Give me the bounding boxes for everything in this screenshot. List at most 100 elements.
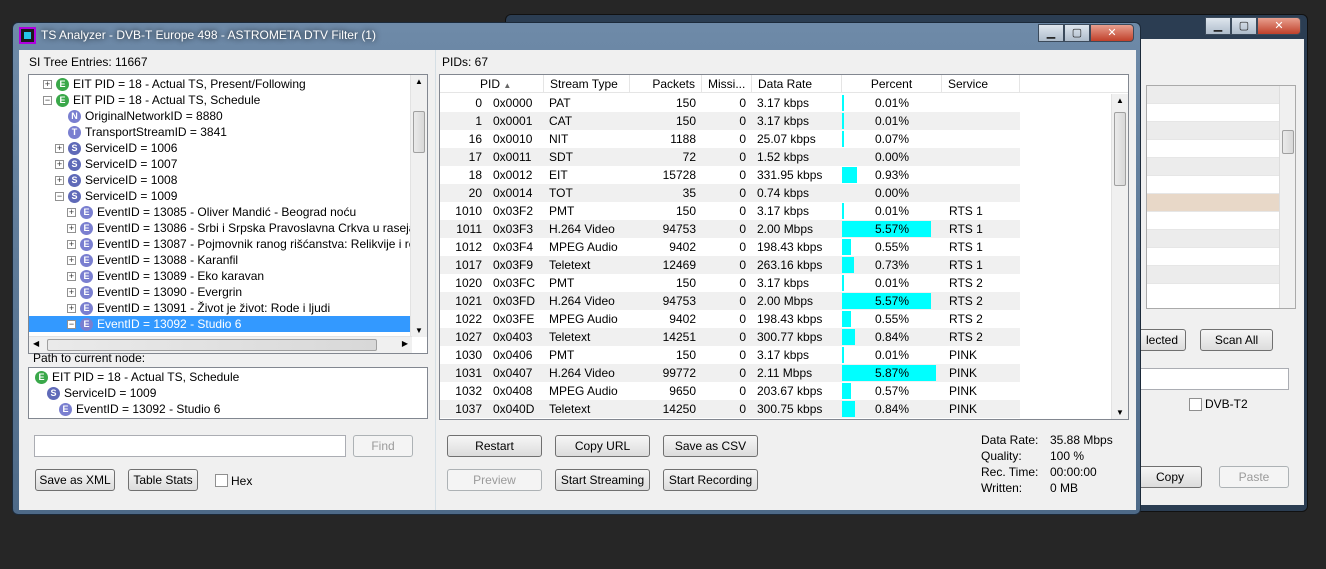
bg-minimize-button[interactable]: ▁ (1205, 17, 1231, 35)
dvb-t2-checkbox[interactable] (1189, 398, 1202, 411)
find-button[interactable]: Find (353, 435, 413, 457)
tree-node[interactable]: + E EventID = 13091 - Život je život: Rode… (29, 300, 412, 316)
scroll-right-arrow-icon[interactable]: ▶ (402, 339, 408, 348)
list-item[interactable] (1147, 266, 1295, 284)
tree-node[interactable]: + S ServiceID = 1007 (29, 156, 412, 172)
scroll-up-arrow-icon[interactable]: ▲ (1116, 96, 1124, 105)
expand-icon[interactable]: + (67, 272, 76, 282)
tree-node[interactable]: + S ServiceID = 1006 (29, 140, 412, 156)
save-as-xml-button[interactable]: Save as XML (35, 469, 115, 491)
table-row[interactable]: 16 0x0010 NIT 1188 0 25.07 kbps 0.07% (440, 130, 1020, 148)
scroll-down-arrow-icon[interactable]: ▼ (1116, 408, 1124, 417)
expand-icon[interactable]: + (67, 224, 76, 234)
expand-icon[interactable]: + (55, 144, 64, 154)
column-header-packets[interactable]: Packets (630, 75, 702, 93)
list-item[interactable] (1147, 212, 1295, 230)
table-row[interactable]: 1037 0x040D Teletext 14250 0 300.75 kbps PINK 0… (440, 400, 1020, 418)
tree-node[interactable]: − S ServiceID = 1009 (29, 188, 412, 204)
bg-maximize-button[interactable]: ▢ (1231, 17, 1257, 35)
close-button[interactable]: ✕ (1090, 24, 1134, 42)
tree-node[interactable]: + E EventID = 13090 - Evergrin (29, 284, 412, 300)
path-node[interactable]: E EIT PID = 18 - Actual TS, Schedule (29, 369, 239, 385)
tree-node[interactable]: T TransportStreamID = 3841 (29, 124, 412, 140)
table-row[interactable]: 20 0x0014 TOT 35 0 0.74 kbps 0.00% (440, 184, 1020, 202)
list-item[interactable] (1147, 230, 1295, 248)
column-header-pid[interactable]: PID ▲ (440, 75, 544, 93)
maximize-button[interactable]: ▢ (1064, 24, 1090, 42)
expand-icon[interactable]: + (55, 176, 64, 186)
tree-node[interactable]: + S ServiceID = 1008 (29, 172, 412, 188)
scroll-left-arrow-icon[interactable]: ◀ (33, 339, 39, 348)
tree-node[interactable]: + E EventID = 13087 - Pojmovnik ranog rišć… (29, 236, 412, 252)
si-tree-hscroll-thumb[interactable] (47, 339, 377, 351)
scroll-up-arrow-icon[interactable]: ▲ (415, 77, 423, 86)
list-item[interactable] (1147, 86, 1295, 104)
background-list-scrollbar[interactable] (1279, 86, 1295, 308)
list-item[interactable] (1147, 176, 1295, 194)
table-row[interactable]: 1022 0x03FE MPEG Audio 9402 0 198.43 kbps RTS … (440, 310, 1020, 328)
column-header-service[interactable]: Service (942, 75, 1020, 93)
pid-table[interactable]: PID ▲ Stream Type Packets Missi... Data … (439, 74, 1129, 420)
table-stats-button[interactable]: Table Stats (128, 469, 198, 491)
hex-checkbox[interactable] (215, 474, 228, 487)
list-item[interactable] (1147, 248, 1295, 266)
paste-button[interactable]: Paste (1219, 466, 1289, 488)
pid-table-vscroll-thumb[interactable] (1114, 112, 1126, 186)
title-bar[interactable]: TS Analyzer - DVB-T Europe 498 - ASTROME… (13, 23, 1140, 49)
table-row[interactable]: 1027 0x0403 Teletext 14251 0 300.77 kbps RTS 2… (440, 328, 1020, 346)
table-row[interactable]: 17 0x0011 SDT 72 0 1.52 kbps 0.00% (440, 148, 1020, 166)
scan-all-button[interactable]: Scan All (1200, 329, 1273, 351)
expand-icon[interactable]: + (67, 304, 76, 314)
table-row[interactable]: 1021 0x03FD H.264 Video 94753 0 2.00 Mbps RTS … (440, 292, 1020, 310)
expand-icon[interactable]: + (67, 288, 76, 298)
tree-node[interactable]: + E EventID = 13088 - Karanfil (29, 252, 412, 268)
table-row[interactable]: 1030 0x0406 PMT 150 0 3.17 kbps PINK 0.01% (440, 346, 1020, 364)
list-item[interactable] (1147, 140, 1295, 158)
start-recording-button[interactable]: Start Recording (663, 469, 758, 491)
tree-node[interactable]: + E EventID = 13089 - Eko karavan (29, 268, 412, 284)
expand-icon[interactable]: + (67, 240, 76, 250)
table-row[interactable]: 1 0x0001 CAT 150 0 3.17 kbps 0.01% (440, 112, 1020, 130)
collapse-icon[interactable]: − (43, 96, 52, 106)
table-row[interactable]: 1012 0x03F4 MPEG Audio 9402 0 198.43 kbps RTS … (440, 238, 1020, 256)
expand-icon[interactable]: + (67, 256, 76, 266)
tree-node[interactable]: + E EventID = 13085 - Oliver Mandić - Beog… (29, 204, 412, 220)
column-header-missing[interactable]: Missi... (702, 75, 752, 93)
bg-close-button[interactable]: ✕ (1257, 17, 1301, 35)
table-row[interactable]: 1011 0x03F3 H.264 Video 94753 0 2.00 Mbps RTS … (440, 220, 1020, 238)
tree-node[interactable]: + E EIT PID = 18 - Actual TS, Present/Foll… (29, 76, 412, 92)
preview-button[interactable]: Preview (447, 469, 542, 491)
save-as-csv-button[interactable]: Save as CSV (663, 435, 758, 457)
path-node[interactable]: S ServiceID = 1009 (29, 385, 156, 401)
column-header-stream-type[interactable]: Stream Type (544, 75, 630, 93)
background-list[interactable] (1146, 85, 1296, 309)
search-input[interactable] (34, 435, 346, 457)
table-row[interactable]: 1032 0x0408 MPEG Audio 9650 0 203.67 kbps PINK… (440, 382, 1020, 400)
list-item[interactable] (1147, 122, 1295, 140)
pid-table-vscrollbar[interactable]: ▲ ▼ (1111, 94, 1128, 419)
scroll-down-arrow-icon[interactable]: ▼ (415, 326, 423, 335)
tree-node[interactable]: − E EventID = 13092 - Studio 6 (29, 316, 412, 332)
copy-button[interactable]: Copy (1138, 466, 1202, 488)
table-row[interactable]: 1031 0x0407 H.264 Video 99772 0 2.11 Mbps PINK… (440, 364, 1020, 382)
si-tree[interactable]: + E EIT PID = 18 - Actual TS, Present/Foll… (28, 74, 428, 354)
path-node[interactable]: E EventID = 13092 - Studio 6 (29, 401, 220, 417)
collapse-icon[interactable]: − (67, 320, 76, 330)
tree-node[interactable]: N OriginalNetworkID = 8880 (29, 108, 412, 124)
column-header-data-rate[interactable]: Data Rate (752, 75, 842, 93)
copy-url-button[interactable]: Copy URL (555, 435, 650, 457)
table-row[interactable]: 0 0x0000 PAT 150 0 3.17 kbps 0.01% (440, 94, 1020, 112)
column-header-percent[interactable]: Percent (842, 75, 942, 93)
table-row[interactable]: 1010 0x03F2 PMT 150 0 3.17 kbps RTS 1 0.01% (440, 202, 1020, 220)
restart-button[interactable]: Restart (447, 435, 542, 457)
collapse-icon[interactable]: − (55, 192, 64, 202)
background-input[interactable] (1138, 368, 1289, 390)
list-item[interactable] (1147, 194, 1295, 212)
table-row[interactable]: 1017 0x03F9 Teletext 12469 0 263.16 kbps RTS 1… (440, 256, 1020, 274)
si-tree-vscrollbar[interactable]: ▲ ▼ (410, 75, 427, 337)
tree-node[interactable]: + E EventID = 13086 - Srbi i Srpska Pravos… (29, 220, 412, 236)
expand-icon[interactable]: + (67, 208, 76, 218)
start-streaming-button[interactable]: Start Streaming (555, 469, 650, 491)
table-row[interactable]: 18 0x0012 EIT 15728 0 331.95 kbps 0.93% (440, 166, 1020, 184)
list-item[interactable] (1147, 104, 1295, 122)
